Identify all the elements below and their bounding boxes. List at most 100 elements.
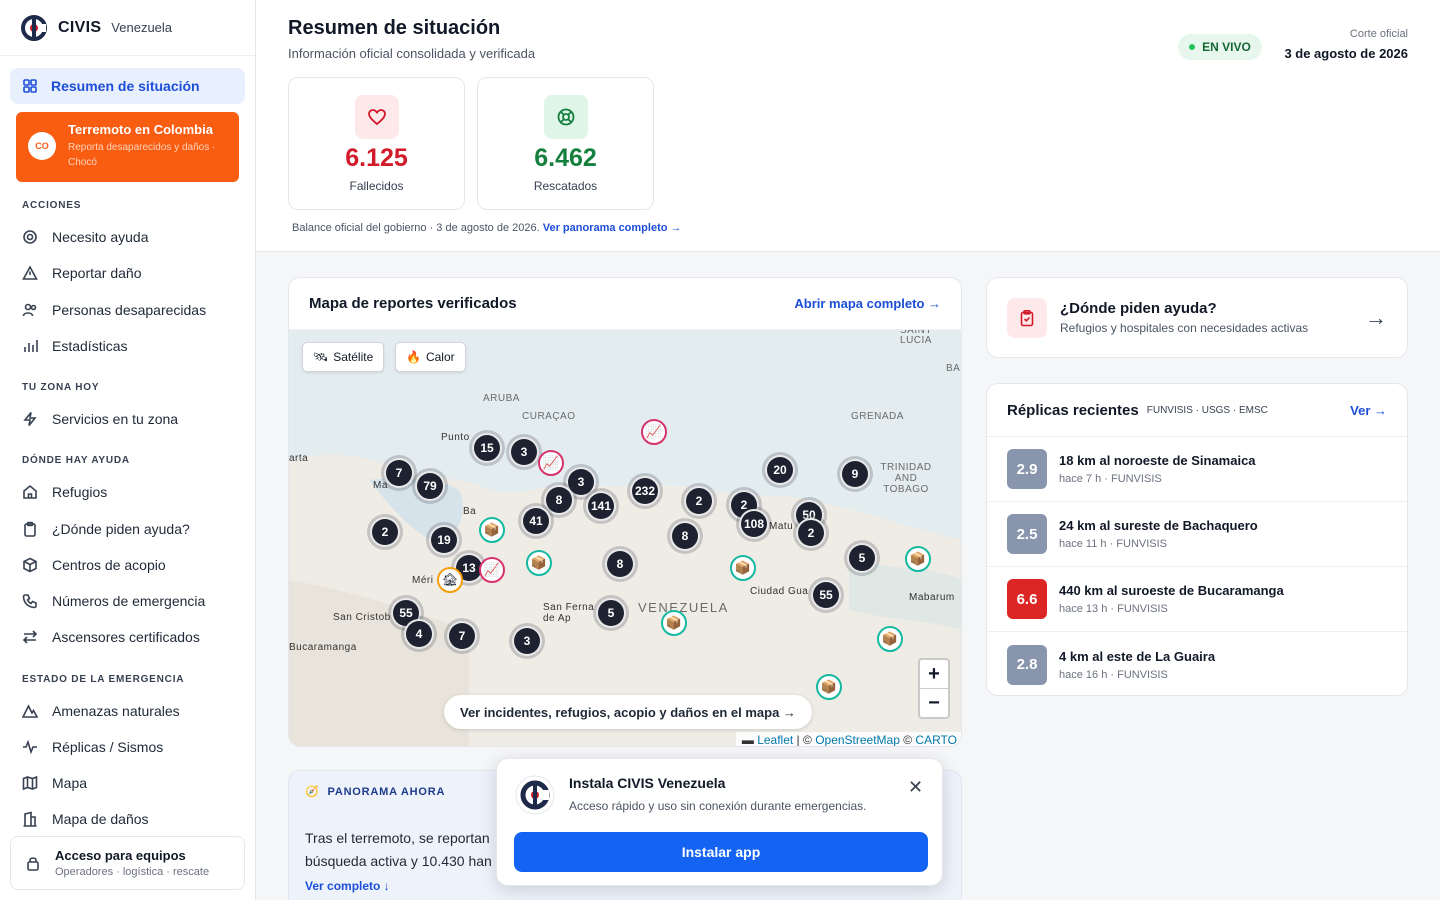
map-cluster[interactable]: 108	[739, 509, 769, 539]
leaflet-link[interactable]: Leaflet	[757, 733, 793, 746]
aid-box-icon[interactable]: 📦	[479, 517, 505, 543]
map-cluster[interactable]: 5	[847, 543, 877, 573]
map-canvas[interactable]: 🛰 Satélite 🔥 Calor SAINT LUCIA ARUBA CUR…	[289, 330, 961, 747]
brand-name: CIVIS	[58, 18, 102, 36]
replica-row[interactable]: 2.9 18 km al noroeste de Sinamaica hace …	[987, 437, 1407, 502]
map-cluster[interactable]: 15	[472, 433, 502, 463]
help-title: ¿Dónde piden ayuda?	[1060, 300, 1217, 317]
report-trend-icon[interactable]: 📈	[641, 419, 667, 445]
map-cluster[interactable]: 141	[586, 491, 616, 521]
damage-building-icon[interactable]: 🏚	[437, 567, 463, 593]
install-app-button[interactable]: Instalar app	[514, 832, 928, 872]
page-title: Resumen de situación	[288, 17, 501, 39]
sidebar-item-personas-desaparecidas[interactable]: Personas desaparecidas	[22, 299, 206, 321]
map-cluster[interactable]: 41	[521, 506, 551, 536]
sidebar-item-mapa-danos[interactable]: Mapa de daños	[22, 808, 149, 830]
sidebar-item-numeros-emergencia[interactable]: Números de emergencia	[22, 590, 205, 612]
sidebar-item-servicios[interactable]: Servicios en tu zona	[22, 408, 178, 430]
aid-box-icon[interactable]: 📦	[877, 626, 903, 652]
heat-label: Calor	[425, 350, 455, 364]
map-cluster[interactable]: 8	[670, 521, 700, 551]
magnitude-badge: 6.6	[1007, 579, 1047, 619]
lifebuoy-icon	[23, 230, 37, 244]
sidebar-item-donde-piden-ayuda[interactable]: ¿Dónde piden ayuda?	[22, 518, 190, 540]
map-cluster[interactable]: 7	[447, 621, 477, 651]
compass-icon: 🧭	[305, 786, 320, 798]
balance-text: Balance oficial del gobierno · 3 de agos…	[292, 222, 540, 234]
team-access-button[interactable]: Acceso para equipos Operadores · logísti…	[10, 836, 245, 890]
replica-place: 4 km al este de La Guaira	[1059, 648, 1216, 664]
map-cluster[interactable]: 5	[596, 598, 626, 628]
report-trend-icon[interactable]: 📈	[479, 557, 505, 583]
replica-meta: hace 13 h · FUNVISIS	[1059, 603, 1168, 615]
satellite-label: Satélite	[333, 350, 374, 364]
sidebar-item-replicas[interactable]: Réplicas / Sismos	[22, 736, 163, 758]
zoom-out-button[interactable]: −	[920, 689, 948, 718]
map-cluster[interactable]: 7	[384, 458, 414, 488]
map-cluster[interactable]: 4	[404, 619, 434, 649]
open-full-map-link[interactable]: Abrir mapa completo →	[794, 296, 941, 311]
sidebar-item-resumen[interactable]: Resumen de situación	[10, 68, 245, 104]
map-label: BA	[946, 363, 961, 374]
map-cluster[interactable]: 8	[544, 485, 574, 515]
map-label: Mabarum	[909, 592, 955, 603]
panorama-link[interactable]: Ver panorama completo →	[543, 222, 682, 234]
map-cluster[interactable]: 2	[370, 517, 400, 547]
sidebar-item-centros-acopio[interactable]: Centros de acopio	[22, 554, 166, 576]
replicas-header: Réplicas recientes FUNVISIS · USGS · EMS…	[987, 384, 1407, 437]
section-estado-emergencia: ESTADO DE LA EMERGENCIA	[22, 674, 185, 685]
team-access-title: Acceso para equipos	[55, 848, 186, 863]
map-cluster[interactable]: 3	[509, 437, 539, 467]
aid-box-icon[interactable]: 📦	[661, 610, 687, 636]
map-label: CURAÇAO	[522, 411, 576, 422]
aid-box-icon[interactable]: 📦	[730, 555, 756, 581]
replicas-view-link[interactable]: Ver →	[1350, 403, 1387, 418]
map-icon	[22, 775, 38, 791]
map-cluster[interactable]: 19	[429, 525, 459, 555]
sidebar-item-reportar-dano[interactable]: Reportar daño	[22, 262, 142, 284]
replica-row[interactable]: 2.5 24 km al sureste de Bachaquero hace …	[987, 502, 1407, 567]
lifebuoy-icon	[543, 95, 588, 139]
help-requests-card[interactable]: ¿Dónde piden ayuda? Refugios y hospitale…	[986, 277, 1408, 358]
osm-link[interactable]: OpenStreetMap	[815, 733, 900, 746]
aid-box-icon[interactable]: 📦	[905, 546, 931, 572]
sidebar-item-mapa[interactable]: Mapa	[22, 772, 87, 794]
ukraine-flag-icon: ▬	[741, 733, 754, 747]
sidebar-item-ascensores[interactable]: Ascensores certificados	[22, 626, 200, 648]
brand[interactable]: CIVIS Venezuela	[0, 0, 255, 56]
map-label: Ciudad Gua	[750, 586, 809, 597]
map-cluster[interactable]: 20	[765, 455, 795, 485]
map-cluster[interactable]: 79	[415, 471, 445, 501]
clipboard-icon	[1007, 297, 1047, 338]
replica-row[interactable]: 2.8 4 km al este de La Guaira hace 16 h …	[987, 632, 1407, 695]
aid-box-icon[interactable]: 📦	[816, 674, 842, 700]
map-cluster[interactable]: 8	[605, 549, 635, 579]
fire-icon: 🔥	[406, 350, 421, 364]
map-cluster[interactable]: 2	[796, 518, 826, 548]
sidebar-item-label: Números de emergencia	[52, 593, 206, 609]
report-trend-icon[interactable]: 📈	[538, 450, 564, 476]
map-cluster[interactable]: 55	[811, 580, 841, 610]
magnitude-badge: 2.8	[1007, 644, 1047, 685]
map-header: Mapa de reportes verificados Abrir mapa …	[289, 278, 961, 330]
satellite-toggle[interactable]: 🛰 Satélite	[302, 342, 385, 372]
heat-toggle[interactable]: 🔥 Calor	[395, 342, 466, 372]
sidebar-item-refugios[interactable]: Refugios	[22, 481, 107, 503]
sidebar-item-amenazas[interactable]: Amenazas naturales	[22, 700, 180, 722]
map-cluster[interactable]: 9	[840, 459, 870, 489]
close-icon[interactable]: ✕	[908, 777, 923, 798]
map-explore-button[interactable]: Ver incidentes, refugios, acopio y daños…	[444, 695, 812, 729]
zoom-in-button[interactable]: +	[920, 660, 948, 689]
panorama-more-link[interactable]: Ver completo ↓	[305, 879, 390, 893]
aid-box-icon[interactable]: 📦	[526, 550, 552, 576]
sidebar-item-necesito-ayuda[interactable]: Necesito ayuda	[22, 226, 149, 248]
live-badge: EN VIVO	[1178, 34, 1262, 60]
colombia-alert-card[interactable]: CO Terremoto en Colombia Reporta desapar…	[16, 112, 239, 182]
map-cluster[interactable]: 3	[512, 626, 542, 656]
carto-link[interactable]: CARTO	[915, 733, 957, 746]
sidebar-item-estadisticas[interactable]: Estadísticas	[22, 335, 127, 357]
map-cluster[interactable]: 2	[684, 486, 714, 516]
replica-row[interactable]: 6.6 440 km al suroeste de Bucaramanga ha…	[987, 567, 1407, 632]
map-label: Méri	[412, 575, 434, 586]
map-cluster[interactable]: 232	[630, 476, 660, 506]
